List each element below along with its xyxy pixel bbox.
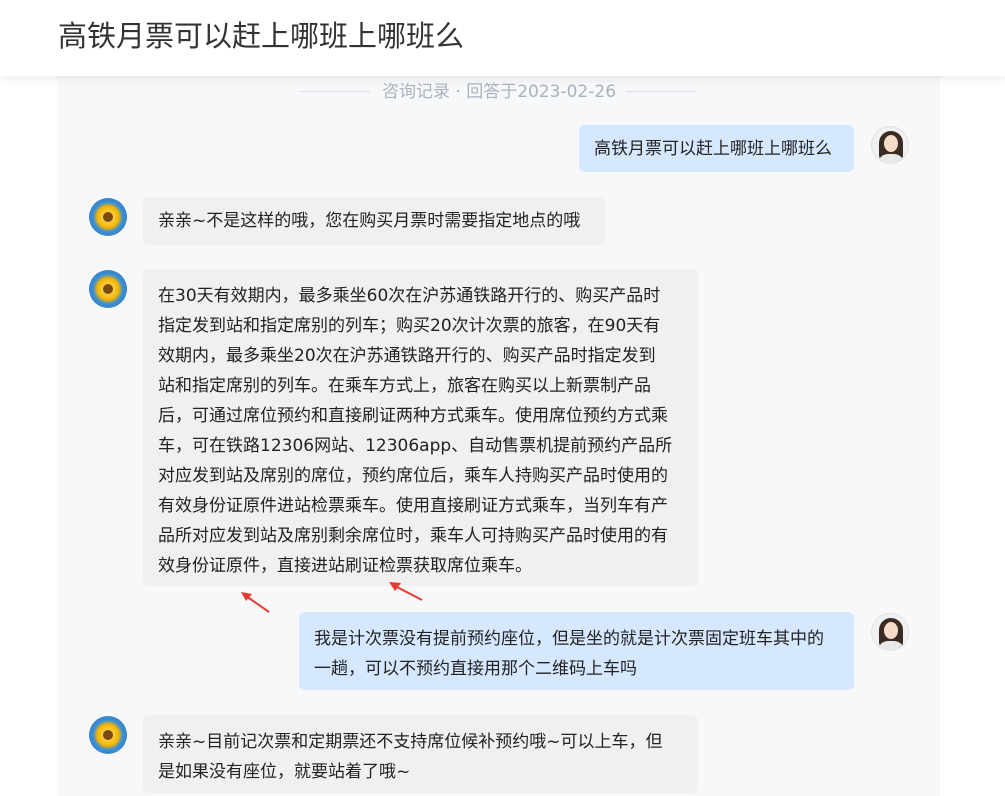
annotation-arrow <box>389 582 423 601</box>
message-line: 亲亲~目前记次票和定期票还不支持席位候补预约哦~可以上车，但 <box>158 732 663 752</box>
message-line: 效期内，最多乘坐20次在沪苏通铁路开行的、购买产品时指定发到 <box>158 346 656 366</box>
message-line: 在30天有效期内，最多乘坐60次在沪苏通铁路开行的、购买产品时 <box>158 286 661 306</box>
message-line: 我是计次票没有提前预约座位，但是坐的就是计次票固定班车其中的 <box>314 629 824 649</box>
user-avatar <box>871 613 909 651</box>
message-line: 有效身份证原件进站检票乘车。使用直接刷证方式乘车，当列车有产 <box>158 496 668 516</box>
message-line: 效身份证原件，直接进站刷证检票获取席位乘车。 <box>158 556 532 576</box>
assistant-avatar <box>89 198 127 236</box>
message-line: 站和指定席别的列车。在乘车方式上，旅客在购买以上新票制产品 <box>158 376 651 396</box>
message-line: 车，可在铁路12306网站、12306app、自动售票机提前预约产品所 <box>158 436 673 456</box>
assistant-message-bubble: 亲亲~不是这样的哦，您在购买月票时需要指定地点的哦 <box>143 197 606 245</box>
message-text: 高铁月票可以赶上哪班上哪班么 <box>594 139 832 159</box>
divider-line-left <box>300 91 370 92</box>
page-header: 高铁月票可以赶上哪班上哪班么 <box>0 0 1005 76</box>
assistant-message-bubble: 亲亲~目前记次票和定期票还不支持席位候补预约哦~可以上车，但 是如果没有座位，就… <box>143 715 698 793</box>
user-avatar <box>871 126 909 164</box>
message-line: 后，可通过席位预约和直接刷证两种方式乘车。使用席位预约方式乘 <box>158 406 668 426</box>
message-line: 是如果没有座位，就要站着了哦~ <box>158 762 411 782</box>
assistant-avatar <box>89 716 127 754</box>
message-line: 指定发到站和指定席别的列车；购买20次计次票的旅客，在90天有 <box>158 316 661 336</box>
divider-line-right <box>626 91 696 92</box>
message-line: 一趟，可以不预约直接用那个二维码上车吗 <box>314 659 637 679</box>
consult-record-label: 咨询记录 · 回答于2023-02-26 <box>382 82 617 102</box>
user-message-bubble: 我是计次票没有提前预约座位，但是坐的就是计次票固定班车其中的 一趟，可以不预约直… <box>299 612 854 690</box>
user-message-bubble: 高铁月票可以赶上哪班上哪班么 <box>579 125 854 172</box>
annotation-arrow <box>241 592 270 613</box>
message-line: 品所对应发到站及席别剩余席位时，乘车人可持购买产品时使用的有 <box>158 526 668 546</box>
assistant-avatar <box>89 270 127 308</box>
message-text: 亲亲~不是这样的哦，您在购买月票时需要指定地点的哦 <box>158 211 581 231</box>
assistant-message-bubble: 在30天有效期内，最多乘坐60次在沪苏通铁路开行的、购买产品时 指定发到站和指定… <box>143 269 698 586</box>
message-line: 对应发到站及席别的席位，预约席位后，乘车人持购买产品时使用的 <box>158 466 668 486</box>
page-title: 高铁月票可以赶上哪班上哪班么 <box>58 19 465 53</box>
